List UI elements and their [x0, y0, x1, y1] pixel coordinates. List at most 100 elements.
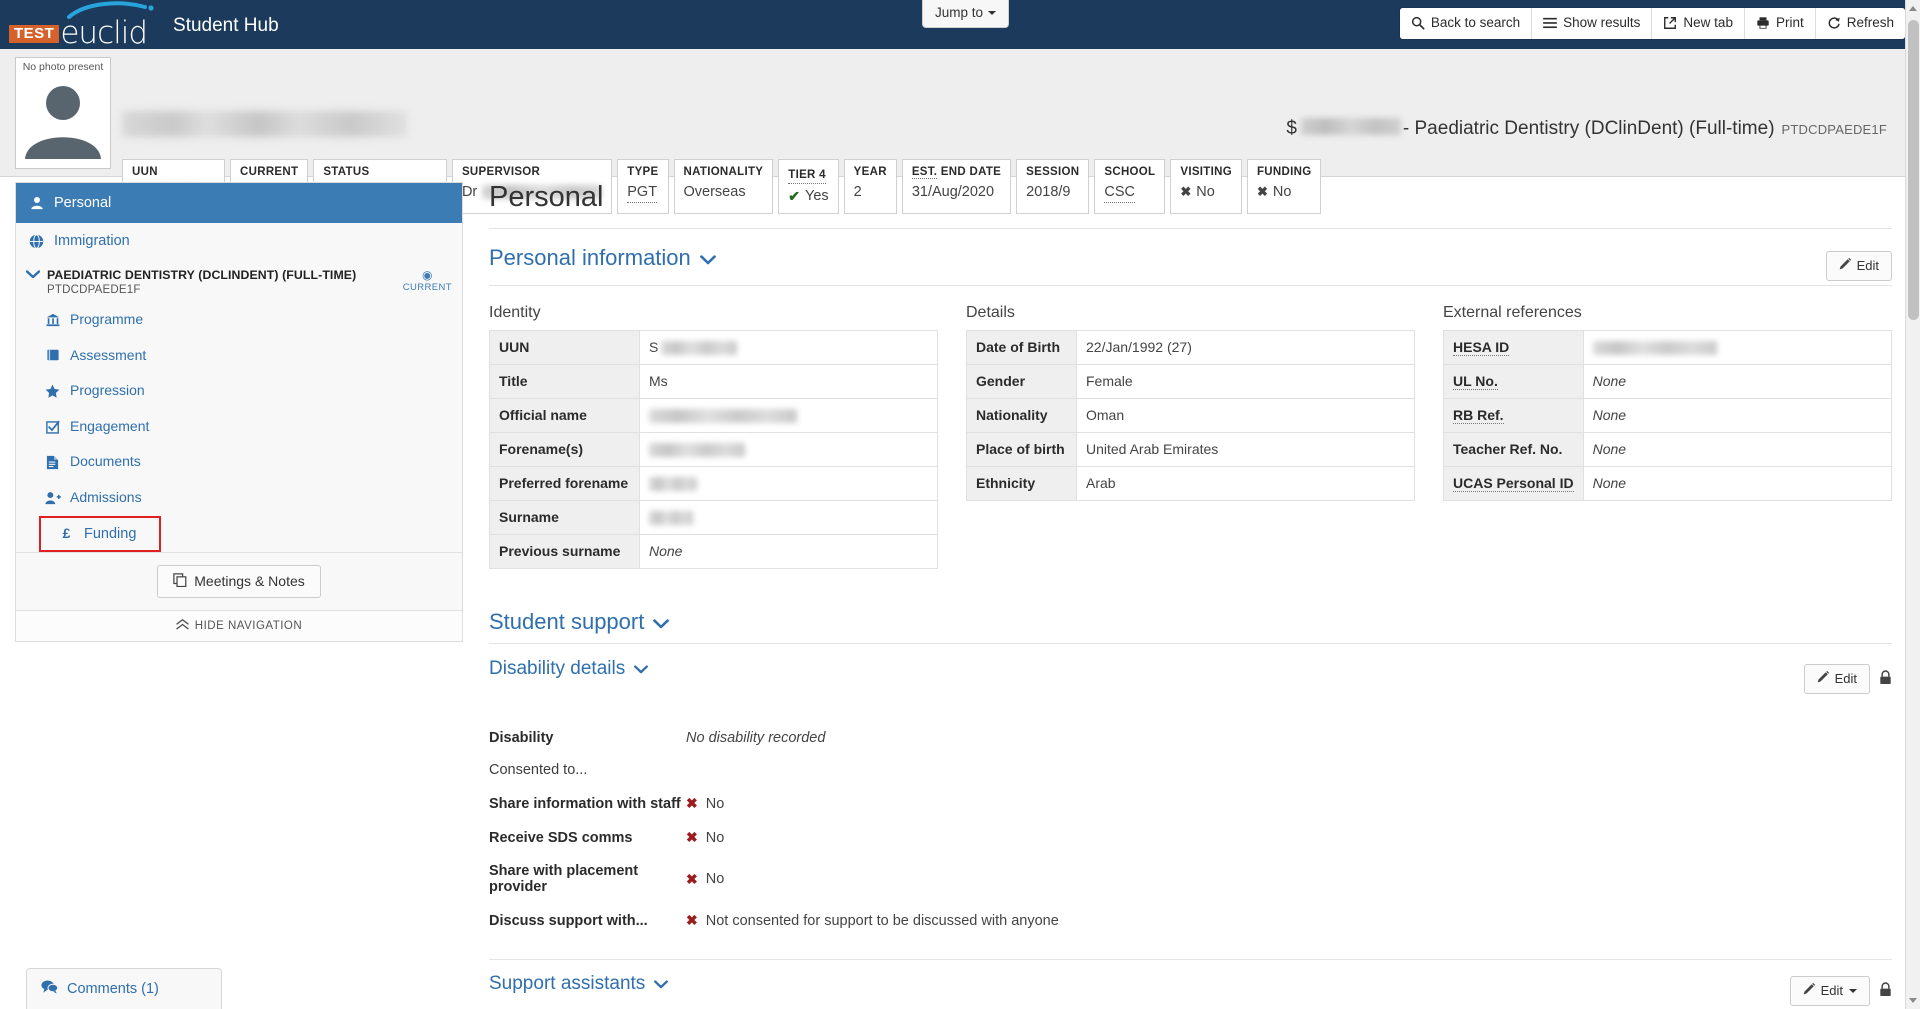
- file-icon: [44, 455, 61, 470]
- euclid-logo[interactable]: TEST euclid: [9, 0, 154, 51]
- external-reference-key-text: UL No.: [1453, 373, 1498, 391]
- sidebar-item-admissions-label: Admissions: [70, 488, 142, 505]
- chevron-down-icon[interactable]: [699, 245, 716, 271]
- top-navigation-bar: TEST euclid Student Hub Jump to Back to …: [0, 0, 1920, 49]
- student-header-panel: No photo present $ - Paediatric Dentistr…: [0, 49, 1905, 214]
- chevron-down-icon[interactable]: [654, 973, 669, 995]
- external-link-icon: [1663, 16, 1677, 30]
- sidebar-current-badge: ◉ CURRENT: [402, 268, 452, 294]
- table-row: Date of Birth 22/Jan/1992 (27): [966, 330, 1415, 366]
- sidebar-item-assessment[interactable]: Assessment: [16, 338, 462, 374]
- book-icon: [44, 348, 61, 362]
- details-value: 22/Jan/1992 (27): [1076, 330, 1415, 366]
- comments-button[interactable]: Comments (1): [26, 968, 222, 1009]
- chip-school-label: SCHOOL: [1104, 166, 1156, 178]
- identity-value: [639, 398, 938, 434]
- programme-header: $ - Paediatric Dentistry (DClinDent) (Fu…: [1286, 118, 1887, 139]
- chip-nationality-label: NATIONALITY: [683, 166, 764, 178]
- consent-value: ✖ No: [686, 795, 724, 812]
- consent-label: Share with placement provider: [489, 863, 639, 896]
- table-row: UL No. None: [1443, 364, 1893, 400]
- personal-information-section-header[interactable]: Personal information: [489, 245, 716, 271]
- scroll-down-arrow-icon[interactable]: [1909, 998, 1917, 1003]
- sidebar-programme-code: PTDCDPAEDE1F: [47, 283, 141, 296]
- external-references-title: External references: [1443, 304, 1582, 322]
- jump-to-label: Jump to: [935, 5, 984, 20]
- chevron-double-up-icon: [176, 618, 189, 633]
- support-assistants-edit-button[interactable]: Edit: [1789, 976, 1870, 1007]
- new-tab-button[interactable]: New tab: [1652, 8, 1745, 39]
- chevron-down-icon[interactable]: [1849, 989, 1857, 994]
- refresh-button[interactable]: Refresh: [1815, 8, 1905, 39]
- disability-details-section-header[interactable]: Disability details: [489, 658, 649, 680]
- personal-information-columns: Identity UUN S Title Ms Official name Fo…: [489, 304, 1893, 570]
- logo-wordmark: euclid: [60, 14, 148, 51]
- identity-value: Ms: [639, 364, 938, 400]
- consent-label: Share information with staff: [489, 795, 681, 812]
- sidebar-item-immigration[interactable]: Immigration: [16, 223, 462, 259]
- table-row: UCAS Personal ID None: [1443, 466, 1893, 502]
- sidebar-item-personal[interactable]: Personal: [16, 183, 462, 224]
- identity-value: [639, 466, 938, 502]
- disability-details-header-row: Disability details Edit: [489, 644, 1892, 695]
- sidebar-item-documents[interactable]: Documents: [16, 444, 462, 480]
- photo-caption: No photo present: [22, 61, 104, 73]
- consent-row: Share information with staff ✖ No: [489, 795, 1892, 812]
- chip-status-label: STATUS: [323, 166, 370, 178]
- support-assistants-actions: Edit: [1789, 976, 1892, 1007]
- jump-to-dropdown[interactable]: Jump to: [922, 0, 1010, 28]
- bank-icon: [44, 313, 61, 327]
- meetings-and-notes-button[interactable]: Meetings & Notes: [157, 564, 321, 598]
- sidebar-item-programme[interactable]: Programme: [16, 302, 462, 338]
- identity-key: Official name: [489, 398, 640, 434]
- chevron-down-icon[interactable]: [653, 609, 670, 635]
- sidebar-item-progression[interactable]: Progression: [16, 373, 462, 409]
- sidebar-current-badge-label: CURRENT: [402, 281, 452, 293]
- cross-icon: ✖: [686, 870, 698, 887]
- disability-details-edit-button[interactable]: Edit: [1803, 664, 1870, 695]
- personal-information-header-row: Personal information Edit: [489, 229, 1892, 282]
- chip-funding-label: FUNDING: [1256, 166, 1312, 178]
- details-value: United Arab Emirates: [1076, 432, 1415, 468]
- personal-information-edit-button[interactable]: Edit: [1825, 250, 1892, 282]
- print-button[interactable]: Print: [1744, 8, 1816, 39]
- consent-label: Discuss support with...: [489, 912, 648, 929]
- identity-value: [639, 500, 938, 536]
- table-row: Nationality Oman: [966, 398, 1415, 434]
- check-square-icon: [44, 420, 61, 434]
- support-assistants-header-row: Support assistants Edit: [489, 960, 1892, 1007]
- cross-icon: ✖: [686, 829, 698, 846]
- identity-value: [639, 432, 938, 468]
- consent-value-text: Not consented for support to be discusse…: [705, 912, 1059, 929]
- table-row: Previous surname None: [489, 534, 938, 570]
- consent-value: ✖ Not consented for support to be discus…: [686, 912, 1059, 929]
- sidebar-programme-group[interactable]: PAEDIATRIC DENTISTRY (DCLINDENT) (FULL-T…: [16, 260, 462, 302]
- refresh-icon: [1827, 16, 1841, 30]
- chevron-down-icon[interactable]: [24, 269, 41, 279]
- show-results-button[interactable]: Show results: [1532, 8, 1653, 39]
- hide-navigation-button[interactable]: HIDE NAVIGATION: [16, 609, 462, 641]
- external-reference-key-text: HESA ID: [1453, 339, 1510, 357]
- sidebar-item-funding[interactable]: £ Funding: [41, 518, 159, 550]
- chip-est-end-date-label: EST. END DATE: [911, 166, 1002, 179]
- student-support-section-header[interactable]: Student support: [489, 609, 1892, 635]
- back-to-search-button[interactable]: Back to search: [1399, 8, 1533, 39]
- consent-value-text: No: [705, 871, 725, 888]
- external-references-column: External references HESA ID UL No. None …: [1443, 304, 1893, 569]
- chevron-down-icon[interactable]: [634, 658, 649, 680]
- avatar-silhouette-icon: [19, 74, 107, 162]
- sidebar-item-admissions[interactable]: Admissions: [16, 480, 462, 516]
- sidebar-footer: Meetings & Notes: [16, 551, 462, 610]
- scrollbar-thumb[interactable]: [1908, 20, 1919, 320]
- student-photo-placeholder: No photo present: [15, 57, 111, 169]
- support-assistants-section-header[interactable]: Support assistants: [489, 973, 669, 995]
- consent-value: ✖ No: [686, 829, 724, 846]
- details-key: Ethnicity: [966, 466, 1077, 502]
- page-vertical-scrollbar[interactable]: [1905, 0, 1920, 1009]
- lock-icon: [1879, 982, 1892, 1000]
- star-icon: [44, 384, 61, 398]
- table-row: HESA ID: [1443, 330, 1893, 366]
- scroll-up-arrow-icon[interactable]: [1909, 6, 1917, 11]
- chip-visiting-label: VISITING: [1180, 166, 1232, 178]
- sidebar-item-engagement[interactable]: Engagement: [16, 409, 462, 445]
